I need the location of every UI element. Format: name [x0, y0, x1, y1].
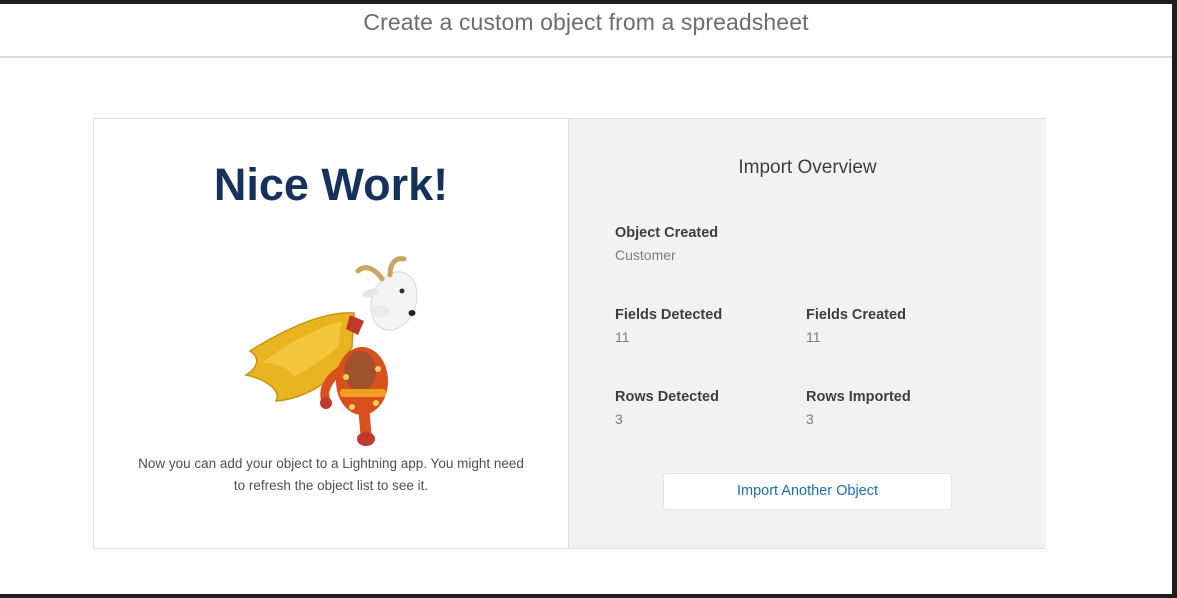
import-another-object-button[interactable]: Import Another Object — [663, 473, 952, 510]
fields-created-value: 11 — [806, 329, 821, 345]
success-heading: Nice Work! — [213, 159, 449, 210]
fields-created-stat: Fields Created 11 — [806, 307, 906, 345]
import-overview-panel: Import Overview Object Created Customer … — [568, 119, 1046, 548]
rows-detected-stat: Rows Detected 3 — [615, 389, 719, 427]
success-panel: Nice Work! Now you can add your object t… — [94, 119, 568, 548]
fields-detected-label: Fields Detected — [615, 307, 723, 323]
object-created-stat: Object Created Customer — [615, 225, 718, 263]
fields-created-label: Fields Created — [806, 307, 906, 323]
import-overview-title: Import Overview — [738, 157, 877, 178]
page-header: Create a custom object from a spreadshee… — [0, 4, 1172, 58]
rows-imported-label: Rows Imported — [806, 389, 911, 405]
page-title: Create a custom object from a spreadshee… — [363, 9, 809, 35]
object-created-label: Object Created — [615, 225, 719, 241]
import-result-card: Nice Work! Now you can add your object t… — [93, 118, 1046, 549]
rows-imported-value: 3 — [806, 411, 814, 427]
rows-detected-label: Rows Detected — [615, 389, 719, 405]
fields-detected-value: 11 — [615, 329, 630, 345]
object-created-value: Customer — [615, 247, 676, 263]
rows-detected-value: 3 — [615, 411, 623, 427]
rows-imported-stat: Rows Imported 3 — [806, 389, 911, 427]
success-message: Now you can add your object to a Lightni… — [138, 456, 524, 493]
superhero-goat-mascot-icon — [243, 256, 418, 446]
app-window: Create a custom object from a spreadshee… — [0, 4, 1172, 594]
fields-detected-stat: Fields Detected 11 — [615, 307, 722, 345]
